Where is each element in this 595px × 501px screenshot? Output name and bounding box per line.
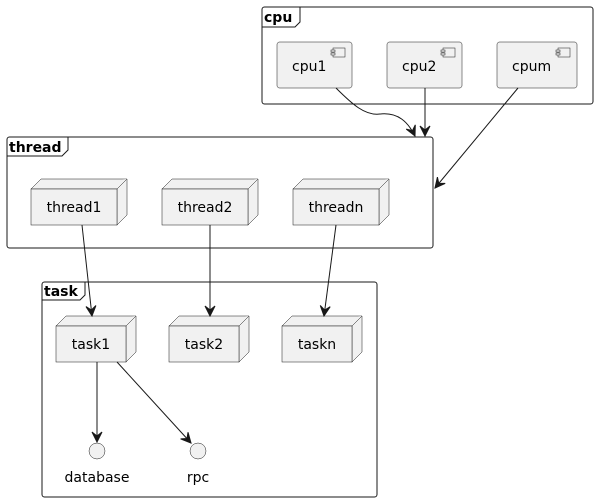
task-node-task2[interactable]: task2 <box>168 315 250 363</box>
component-label: cpu2 <box>402 59 436 75</box>
task-label: taskn <box>298 337 336 353</box>
thread-node-thread2[interactable]: thread2 <box>161 178 259 226</box>
task-label: task1 <box>72 337 110 353</box>
interface-label: rpc <box>187 470 209 486</box>
thread-frame-title: thread <box>9 140 62 156</box>
edge-threadn-to-taskn <box>319 224 337 318</box>
thread-label: thread2 <box>178 200 233 216</box>
thread-label: thread1 <box>47 200 102 216</box>
edge-cpu1-to-thread <box>335 87 416 138</box>
thread-label: threadn <box>309 200 364 216</box>
edge-task1-to-database <box>91 362 103 444</box>
interface-database[interactable]: database <box>65 442 130 486</box>
interface-rpc[interactable]: rpc <box>187 442 209 486</box>
component-cpum[interactable]: cpum <box>496 41 578 89</box>
interface-label: database <box>65 470 130 486</box>
edge-task1-to-rpc <box>116 361 192 444</box>
edge-cpum-to-thread <box>434 87 519 189</box>
component-icon <box>330 47 346 58</box>
thread-node-thread1[interactable]: thread1 <box>30 178 128 226</box>
cpu-frame-title: cpu <box>264 10 292 26</box>
task-node-task1[interactable]: task1 <box>55 315 137 363</box>
task-node-taskn[interactable]: taskn <box>281 315 363 363</box>
component-icon <box>440 47 456 58</box>
edge-thread2-to-task2 <box>204 225 216 318</box>
interface-circle-icon <box>189 442 207 460</box>
component-cpu1[interactable]: cpu1 <box>276 41 353 89</box>
edge-thread1-to-task1 <box>81 224 97 318</box>
thread-node-threadn[interactable]: threadn <box>292 178 390 226</box>
task-frame-title: task <box>44 284 78 300</box>
component-label: cpum <box>512 59 551 75</box>
component-cpu2[interactable]: cpu2 <box>386 41 463 89</box>
interface-circle-icon <box>88 442 106 460</box>
edge-cpu2-to-thread <box>419 88 431 138</box>
arrowhead-icon <box>405 124 416 138</box>
component-icon <box>555 47 571 58</box>
arrowhead-icon <box>319 305 331 318</box>
task-label: task2 <box>185 337 223 353</box>
deployment-diagram: cpu thread task cpu1 cpu2 cpum thread1 threa… <box>6 6 594 498</box>
component-label: cpu1 <box>292 59 326 75</box>
